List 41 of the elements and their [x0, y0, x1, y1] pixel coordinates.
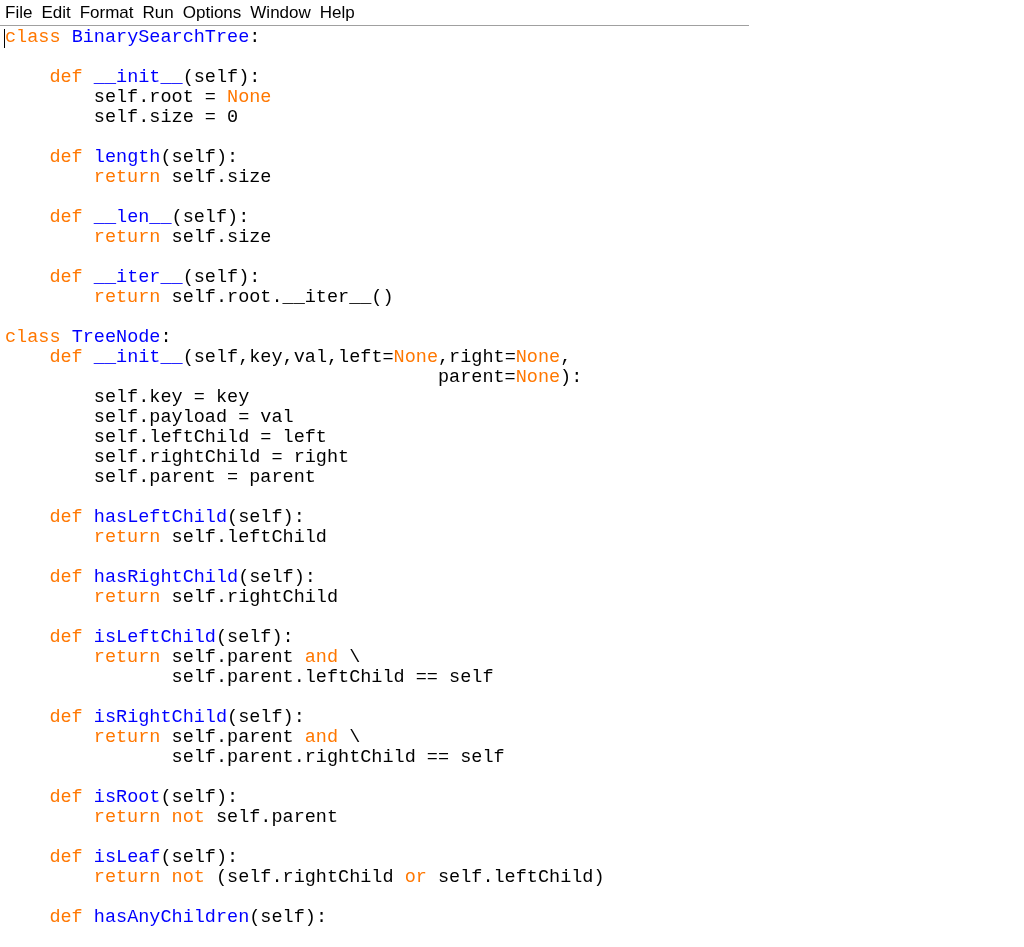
code-line: def __init__(self,key,val,left=None,right=None,	[48, 348, 572, 368]
code-line: class BinarySearchTree:	[5, 28, 261, 48]
code-line: return self.root.__iter__()	[92, 288, 394, 308]
code-line: def isRoot(self):	[48, 788, 239, 808]
code-line: def hasAnyChildren(self):	[48, 908, 327, 928]
code-line: self.key = key	[92, 388, 250, 408]
code-line: def __init__(self):	[48, 68, 261, 88]
code-line: def hasRightChild(self):	[48, 568, 316, 588]
code-line: self.leftChild = left	[92, 428, 327, 448]
code-line: return not self.parent	[92, 808, 339, 828]
menu-item[interactable]: Edit	[40, 3, 79, 23]
code-line: def isRightChild(self):	[48, 708, 305, 728]
code-line: return self.parent and \	[92, 728, 361, 748]
code-line: self.size = 0	[92, 108, 239, 128]
menu-item[interactable]: Help	[318, 3, 363, 23]
code-line: self.payload = val	[92, 408, 294, 428]
code-line: def hasLeftChild(self):	[48, 508, 305, 528]
code-line: self.root = None	[92, 88, 272, 108]
code-line: class TreeNode:	[5, 328, 172, 348]
code-line: self.parent = parent	[92, 468, 316, 488]
code-line: self.parent.rightChild == self	[170, 748, 505, 768]
code-line: return self.parent and \	[92, 648, 361, 668]
code-line: self.rightChild = right	[92, 448, 350, 468]
code-line: def length(self):	[48, 148, 239, 168]
code-line: return self.size	[92, 168, 272, 188]
code-line: return self.rightChild	[92, 588, 339, 608]
code-line: def isLeaf(self):	[48, 848, 239, 868]
menu-item[interactable]: File	[4, 3, 41, 23]
code-line: parent=None):	[436, 368, 583, 388]
code-line: return not (self.rightChild or self.leftChild)	[92, 868, 605, 888]
code-line: return self.size	[92, 228, 272, 248]
code-line: self.parent.leftChild == self	[170, 668, 494, 688]
code-line: def isLeftChild(self):	[48, 628, 294, 648]
menu-item[interactable]: Run	[141, 3, 182, 23]
code-line: def __iter__(self):	[48, 268, 261, 288]
menu-item[interactable]: Window	[249, 3, 319, 23]
code-line: return self.leftChild	[92, 528, 327, 548]
menu-item[interactable]: Format	[78, 3, 142, 23]
text-cursor	[4, 29, 5, 48]
menu-item[interactable]: Options	[181, 3, 250, 23]
code-line: def __len__(self):	[48, 208, 250, 228]
